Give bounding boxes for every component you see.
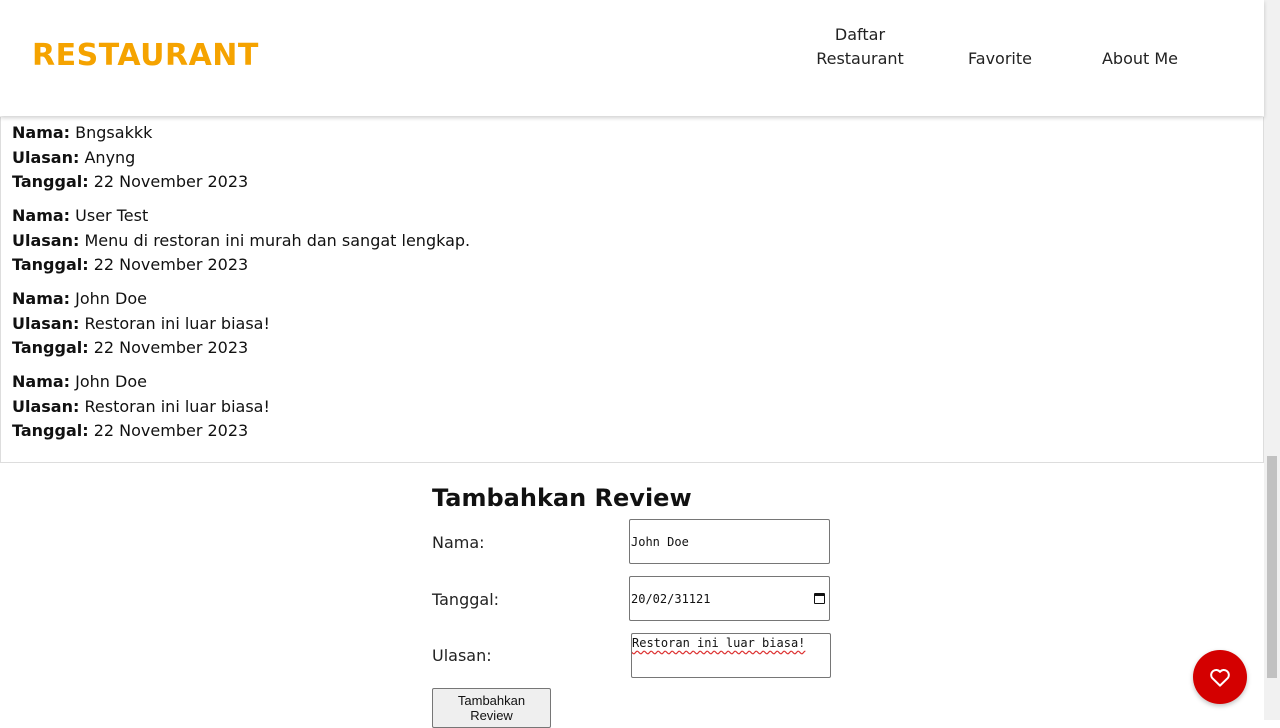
review-text: Anyng [84, 147, 136, 167]
review-name: John Doe [75, 289, 147, 308]
form-name-label: Nama: [432, 533, 485, 552]
review-date-label: Tanggal: [12, 255, 89, 274]
date-value: 20/02/31121 [631, 591, 711, 606]
submit-review-button[interactable]: Tambahkan Review [432, 688, 551, 728]
main-nav: Daftar Restaurant Favorite About Me [784, 0, 1264, 116]
review-name: John Doe [75, 372, 147, 391]
nav-link-daftar-line1: Daftar [834, 25, 886, 44]
nav-link-daftar-restaurant[interactable]: Daftar Restaurant [800, 23, 920, 71]
favorite-button[interactable] [1193, 650, 1247, 704]
review-name-label: Nama: [12, 123, 71, 142]
review-text: Restoran ini luar biasa! [84, 396, 270, 416]
review-list: Nama: Bngsakkk Ulasan: Anyng Tanggal: 22… [0, 117, 1264, 463]
review-date-label: Tanggal: [12, 421, 89, 440]
review-text-label: Ulasan: [12, 313, 80, 333]
review-item: Nama: John Doe Ulasan: Restoran ini luar… [12, 370, 270, 444]
nav-link-daftar-line2: Restaurant [816, 49, 904, 68]
site-header: RESTAURANT Daftar Restaurant Favorite Ab… [0, 0, 1264, 116]
nav-link-about-me[interactable]: About Me [1080, 47, 1200, 71]
review-text: Menu di restoran ini murah dan sangat le… [84, 230, 471, 250]
site-logo[interactable]: RESTAURANT [32, 38, 259, 73]
review-text-label: Ulasan: [12, 230, 80, 250]
review-date-label: Tanggal: [12, 338, 89, 357]
review-textarea[interactable]: Restoran ini luar biasa! [631, 633, 831, 678]
review-text: Restoran ini luar biasa! [84, 313, 270, 333]
review-name-label: Nama: [12, 372, 71, 391]
review-text-label: Ulasan: [12, 147, 80, 167]
scrollbar-thumb[interactable] [1267, 456, 1277, 678]
review-name: User Test [75, 206, 149, 225]
page-scrollbar[interactable] [1264, 0, 1280, 720]
calendar-icon[interactable] [814, 593, 825, 604]
review-form-title: Tambahkan Review [432, 484, 692, 512]
review-text-label: Ulasan: [12, 396, 80, 416]
date-input[interactable]: 20/02/31121 [629, 576, 830, 621]
review-date: 22 November 2023 [93, 255, 249, 274]
form-date-label: Tanggal: [432, 590, 500, 609]
review-item: Nama: User Test Ulasan: Menu di restoran… [12, 204, 470, 278]
review-date: 22 November 2023 [93, 421, 249, 440]
review-name-label: Nama: [12, 289, 71, 308]
review-name-label: Nama: [12, 206, 71, 225]
review-date: 22 November 2023 [93, 338, 249, 357]
heart-icon [1210, 669, 1230, 687]
nav-link-favorite[interactable]: Favorite [940, 47, 1060, 71]
review-name: Bngsakkk [75, 123, 153, 142]
review-item: Nama: John Doe Ulasan: Restoran ini luar… [12, 287, 270, 361]
review-date: 22 November 2023 [93, 172, 249, 191]
form-review-label: Ulasan: [432, 646, 492, 665]
review-date-label: Tanggal: [12, 172, 89, 191]
review-item: Nama: Bngsakkk Ulasan: Anyng Tanggal: 22… [12, 121, 248, 195]
name-input[interactable] [629, 519, 830, 564]
